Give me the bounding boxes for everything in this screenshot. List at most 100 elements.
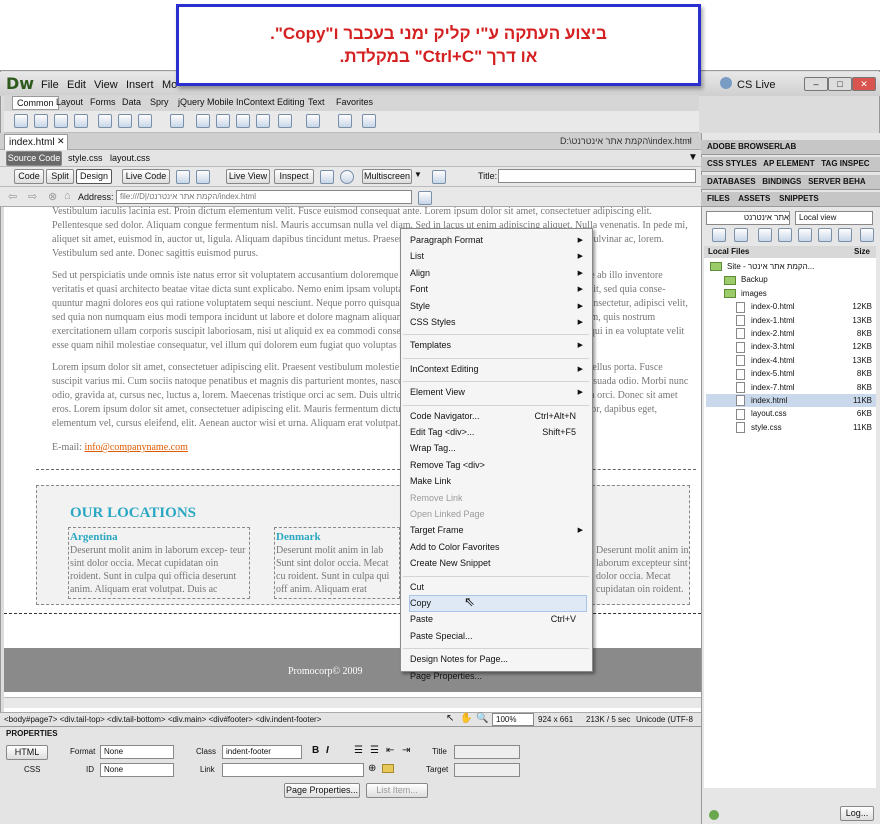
menu-item-make-link[interactable]: Make Link: [410, 474, 586, 489]
log-button[interactable]: Log...: [840, 806, 874, 821]
named-anchor-icon[interactable]: [54, 114, 68, 128]
menu-modify[interactable]: Mo: [162, 79, 177, 91]
menu-item-copy[interactable]: Copy: [409, 595, 587, 612]
point-to-file-icon[interactable]: ⊕: [368, 763, 376, 774]
menu-item-style[interactable]: Style ▶: [410, 299, 586, 314]
minimize-button[interactable]: –: [804, 77, 828, 91]
menu-item-create-new-snippet[interactable]: Create New Snippet: [410, 556, 586, 571]
class-select[interactable]: indent-footer: [222, 745, 302, 759]
refresh-files-icon[interactable]: [734, 228, 748, 242]
menu-item-paste-special[interactable]: Paste Special...: [410, 629, 586, 644]
filter-icon[interactable]: ▼: [688, 152, 698, 163]
file-item[interactable]: index-5.html 8KB: [706, 367, 876, 380]
menu-item-templates[interactable]: Templates ▶: [410, 338, 586, 353]
forward-icon[interactable]: ⇨: [28, 190, 37, 203]
file-item[interactable]: index-4.html 13KB: [706, 354, 876, 367]
target-select[interactable]: [454, 763, 520, 777]
tab-data[interactable]: Data: [118, 96, 145, 110]
related-style-css[interactable]: style.css: [68, 153, 103, 163]
page-properties-button[interactable]: Page Properties...: [284, 783, 360, 798]
file-item[interactable]: style.css 11KB: [706, 421, 876, 434]
close-button[interactable]: ✕: [852, 77, 876, 91]
link-input[interactable]: [222, 763, 364, 777]
back-icon[interactable]: ⇦: [8, 190, 17, 203]
indent-icon[interactable]: ⇥: [402, 745, 410, 756]
tab-files[interactable]: FILES: [707, 194, 730, 203]
tab-css-styles[interactable]: CSS STYLES: [707, 159, 757, 168]
menu-file[interactable]: File: [41, 79, 59, 91]
file-item[interactable]: index-0.html 12KB: [706, 300, 876, 313]
stop-icon[interactable]: ⊗: [48, 190, 57, 203]
head-icon[interactable]: [256, 114, 270, 128]
tab-forms[interactable]: Forms: [86, 96, 120, 110]
related-layout-css[interactable]: layout.css: [110, 153, 150, 163]
div-icon[interactable]: [118, 114, 132, 128]
browse-folder-icon[interactable]: [382, 764, 394, 773]
tag-selector[interactable]: <body#page7> <div.tail-top> <div.tail-bo…: [4, 715, 321, 724]
extras-icon[interactable]: [362, 114, 376, 128]
menu-item-font[interactable]: Font ▶: [410, 282, 586, 297]
browserlab-panel-header[interactable]: ADOBE BROWSERLAB: [701, 140, 880, 155]
menu-edit[interactable]: Edit: [67, 79, 86, 91]
file-item[interactable]: index-1.html 13KB: [706, 314, 876, 327]
title-input[interactable]: [498, 169, 696, 183]
menu-item-remove-tag-div[interactable]: Remove Tag <div>: [410, 458, 586, 473]
table-icon[interactable]: [98, 114, 112, 128]
tab-favorites[interactable]: Favorites: [332, 96, 377, 110]
outdent-icon[interactable]: ⇤: [386, 745, 394, 756]
email-link-icon[interactable]: [34, 114, 48, 128]
check-in-icon[interactable]: [818, 228, 832, 242]
file-item[interactable]: index-3.html 12KB: [706, 340, 876, 353]
menu-item-align[interactable]: Align ▶: [410, 266, 586, 281]
menu-item-element-view[interactable]: Element View ▶: [410, 385, 586, 400]
menu-item-target-frame[interactable]: Target Frame ▶: [410, 523, 586, 538]
ordered-list-icon[interactable]: ☰: [370, 745, 379, 756]
connect-icon[interactable]: [712, 228, 726, 242]
tab-tag-inspector[interactable]: TAG INSPEC: [821, 159, 869, 168]
comment-icon[interactable]: [236, 114, 250, 128]
tab-incontext-editing[interactable]: InContext Editing: [232, 96, 309, 110]
multiscreen-button[interactable]: Multiscreen: [362, 169, 412, 184]
menu-view[interactable]: View: [94, 79, 118, 91]
hyperlink-icon[interactable]: [14, 114, 28, 128]
email-link[interactable]: info@companyname.com: [85, 442, 188, 453]
refresh-icon[interactable]: [432, 170, 446, 184]
hand-tool-icon[interactable]: ✋: [460, 713, 472, 724]
window-size[interactable]: 924 x 661: [538, 715, 573, 724]
tab-bindings[interactable]: BINDINGS: [762, 177, 801, 186]
home-icon[interactable]: ⌂: [64, 190, 71, 202]
menu-item-edit-tag-div[interactable]: Edit Tag <div>... Shift+F5: [410, 425, 586, 440]
live-code-button[interactable]: Live Code: [122, 169, 170, 184]
menu-item-incontext-editing[interactable]: InContext Editing ▶: [410, 362, 586, 377]
title-prop-input[interactable]: [454, 745, 520, 759]
expand-icon[interactable]: [860, 228, 874, 242]
script-icon[interactable]: [278, 114, 292, 128]
preview-globe-icon[interactable]: [340, 170, 354, 184]
menu-item-paragraph-format[interactable]: Paragraph Format ▶: [410, 233, 586, 248]
browser-nav-options-icon[interactable]: [418, 191, 432, 205]
maximize-button[interactable]: □: [828, 77, 852, 91]
id-select[interactable]: None: [100, 763, 174, 777]
check-out-icon[interactable]: [798, 228, 812, 242]
templates-icon[interactable]: [306, 114, 320, 128]
folder-item[interactable]: Backup: [706, 273, 876, 286]
menu-item-list[interactable]: List ▶: [410, 249, 586, 264]
select-tool-icon[interactable]: ↖: [446, 713, 454, 724]
menu-insert[interactable]: Insert: [126, 79, 154, 91]
split-view-button[interactable]: Split: [46, 169, 74, 184]
cs-live-button[interactable]: CS Live: [737, 79, 776, 91]
server-side-include-icon[interactable]: [216, 114, 230, 128]
site-root[interactable]: Site - הקמת אתר אינטר...: [706, 260, 876, 273]
menu-item-add-to-color-favorites[interactable]: Add to Color Favorites: [410, 540, 586, 555]
tab-jquery-mobile[interactable]: jQuery Mobile: [174, 96, 238, 110]
put-files-icon[interactable]: [778, 228, 792, 242]
file-item[interactable]: layout.css 6KB: [706, 407, 876, 420]
folder-item[interactable]: images: [706, 287, 876, 300]
sync-icon[interactable]: [838, 228, 852, 242]
file-item[interactable]: index-7.html 8KB: [706, 381, 876, 394]
menu-item-page-properties[interactable]: Page Properties...: [410, 669, 586, 684]
menu-item-wrap-tag[interactable]: Wrap Tag...: [410, 441, 586, 456]
horizontal-rule-icon[interactable]: [74, 114, 88, 128]
debug-icon[interactable]: [320, 170, 334, 184]
menu-item-design-notes-for-page[interactable]: Design Notes for Page...: [410, 652, 586, 667]
